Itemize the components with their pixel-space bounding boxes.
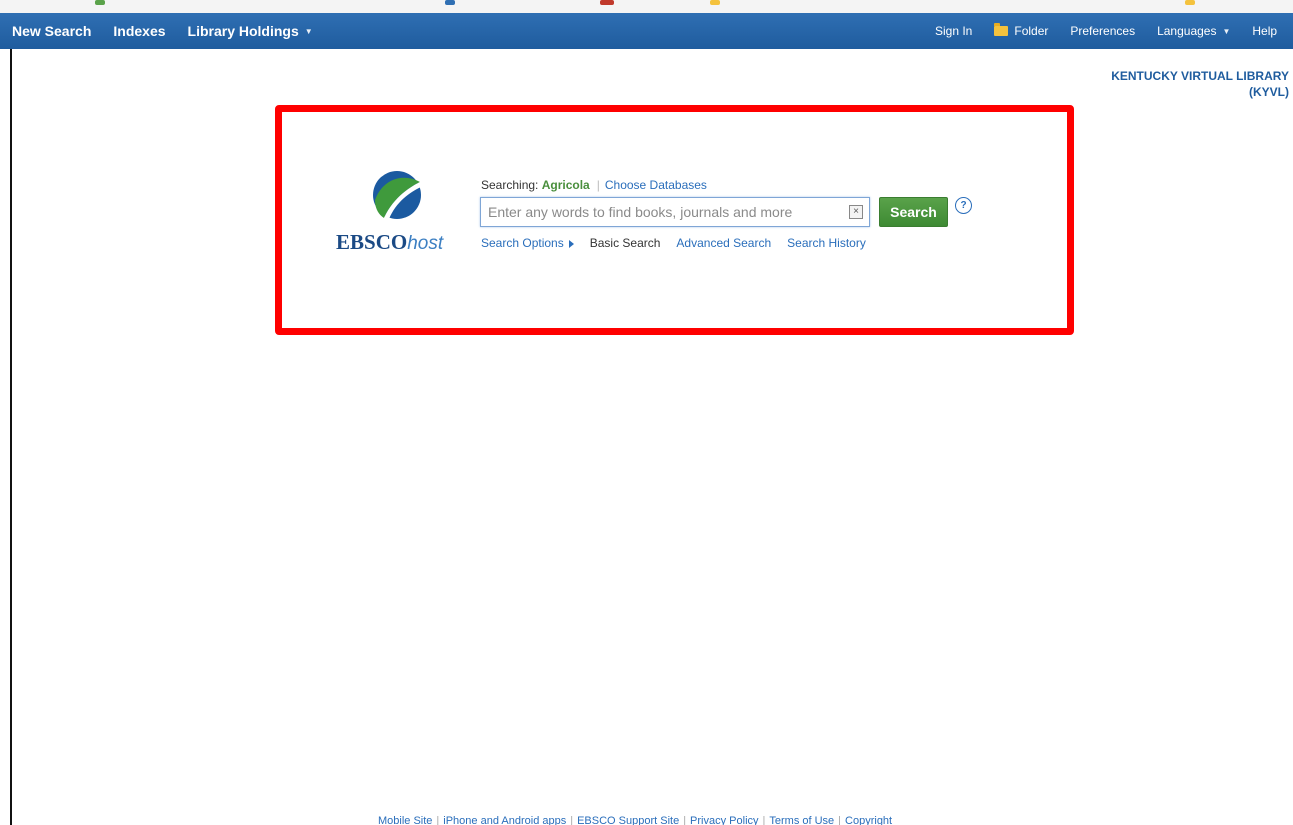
nav-sign-in[interactable]: Sign In (935, 24, 972, 38)
top-nav-bar: New Search Indexes Library Holdings ▼ Si… (0, 13, 1293, 49)
search-options-link[interactable]: Search Options (481, 236, 574, 250)
footer-link-copyright[interactable]: Copyright (845, 815, 892, 825)
footer-separator: | (838, 815, 842, 825)
search-options-line: Search Options Basic Search Advanced Sea… (481, 236, 866, 250)
folder-icon (994, 23, 1009, 36)
database-name: Agricola (541, 178, 590, 192)
choose-databases-link[interactable]: Choose Databases (605, 178, 707, 192)
nav-sign-in-label: Sign In (935, 24, 973, 38)
logo-brand: EBSCO (336, 230, 408, 254)
footer-links: Mobile Site | iPhone and Android apps | EBSC… (378, 815, 892, 825)
footer-link-privacy[interactable]: Privacy Policy (690, 815, 758, 825)
nav-help[interactable]: Help (1252, 24, 1277, 38)
footer-separator: | (570, 815, 574, 825)
nav-folder[interactable]: Folder (994, 23, 1049, 38)
strip-mark (445, 0, 455, 5)
frame-rule-left (10, 48, 12, 825)
search-options-label: Search Options (481, 236, 564, 250)
nav-languages[interactable]: Languages ▼ (1157, 24, 1230, 38)
strip-mark (710, 0, 720, 5)
footer-link-mobile-site[interactable]: Mobile Site (378, 815, 432, 825)
nav-left-group: New Search Indexes Library Holdings ▼ (0, 13, 313, 49)
search-input-wrapper: × (480, 197, 870, 227)
logo-wordmark: EBSCOhost (336, 230, 443, 255)
footer-separator: | (436, 815, 440, 825)
nav-library-holdings[interactable]: Library Holdings ▼ (188, 23, 313, 39)
caret-down-icon: ▼ (304, 26, 313, 36)
separator: | (596, 178, 600, 192)
nav-new-search-label: New Search (12, 23, 92, 39)
footer-separator: | (683, 815, 687, 825)
searching-label: Searching: (481, 178, 539, 192)
strip-mark (95, 0, 105, 5)
browser-strip (0, 0, 1293, 13)
search-history-link[interactable]: Search History (787, 236, 866, 250)
strip-mark (600, 0, 614, 5)
nav-library-holdings-label: Library Holdings (187, 23, 299, 39)
nav-languages-label: Languages (1157, 24, 1217, 38)
help-icon[interactable]: ? (955, 197, 972, 214)
nav-right-group: Sign In Folder Preferences Languages ▼ H… (935, 13, 1277, 49)
institution-name: KENTUCKY VIRTUAL LIBRARY (KYVL) (1111, 68, 1289, 100)
nav-help-label: Help (1252, 24, 1278, 38)
footer-link-support[interactable]: EBSCO Support Site (577, 815, 679, 825)
page: New Search Indexes Library Holdings ▼ Si… (0, 0, 1293, 825)
basic-search-link[interactable]: Basic Search (590, 236, 661, 250)
advanced-search-link[interactable]: Advanced Search (676, 236, 771, 250)
ebsco-globe-icon (373, 171, 421, 219)
nav-folder-label: Folder (1014, 24, 1049, 38)
nav-indexes-label: Indexes (113, 23, 166, 39)
nav-new-search[interactable]: New Search (12, 23, 91, 39)
ebscohost-logo: EBSCOhost (336, 170, 466, 260)
nav-preferences-label: Preferences (1070, 24, 1136, 38)
footer-link-terms[interactable]: Terms of Use (769, 815, 834, 825)
logo-suffix: host (407, 233, 444, 254)
nav-preferences[interactable]: Preferences (1070, 24, 1135, 38)
institution-line-1: KENTUCKY VIRTUAL LIBRARY (1111, 69, 1289, 83)
searching-line: Searching: Agricola | Choose Databases (481, 178, 707, 192)
search-button[interactable]: Search (879, 197, 948, 227)
caret-down-icon: ▼ (1222, 26, 1231, 36)
footer-link-apps[interactable]: iPhone and Android apps (443, 815, 566, 825)
triangle-right-icon (568, 239, 574, 248)
footer-separator: | (762, 815, 766, 825)
search-input[interactable] (481, 198, 841, 226)
nav-indexes[interactable]: Indexes (113, 23, 165, 39)
clear-icon[interactable]: × (849, 205, 863, 219)
institution-line-2: (KYVL) (1249, 85, 1289, 99)
strip-mark (1185, 0, 1195, 5)
